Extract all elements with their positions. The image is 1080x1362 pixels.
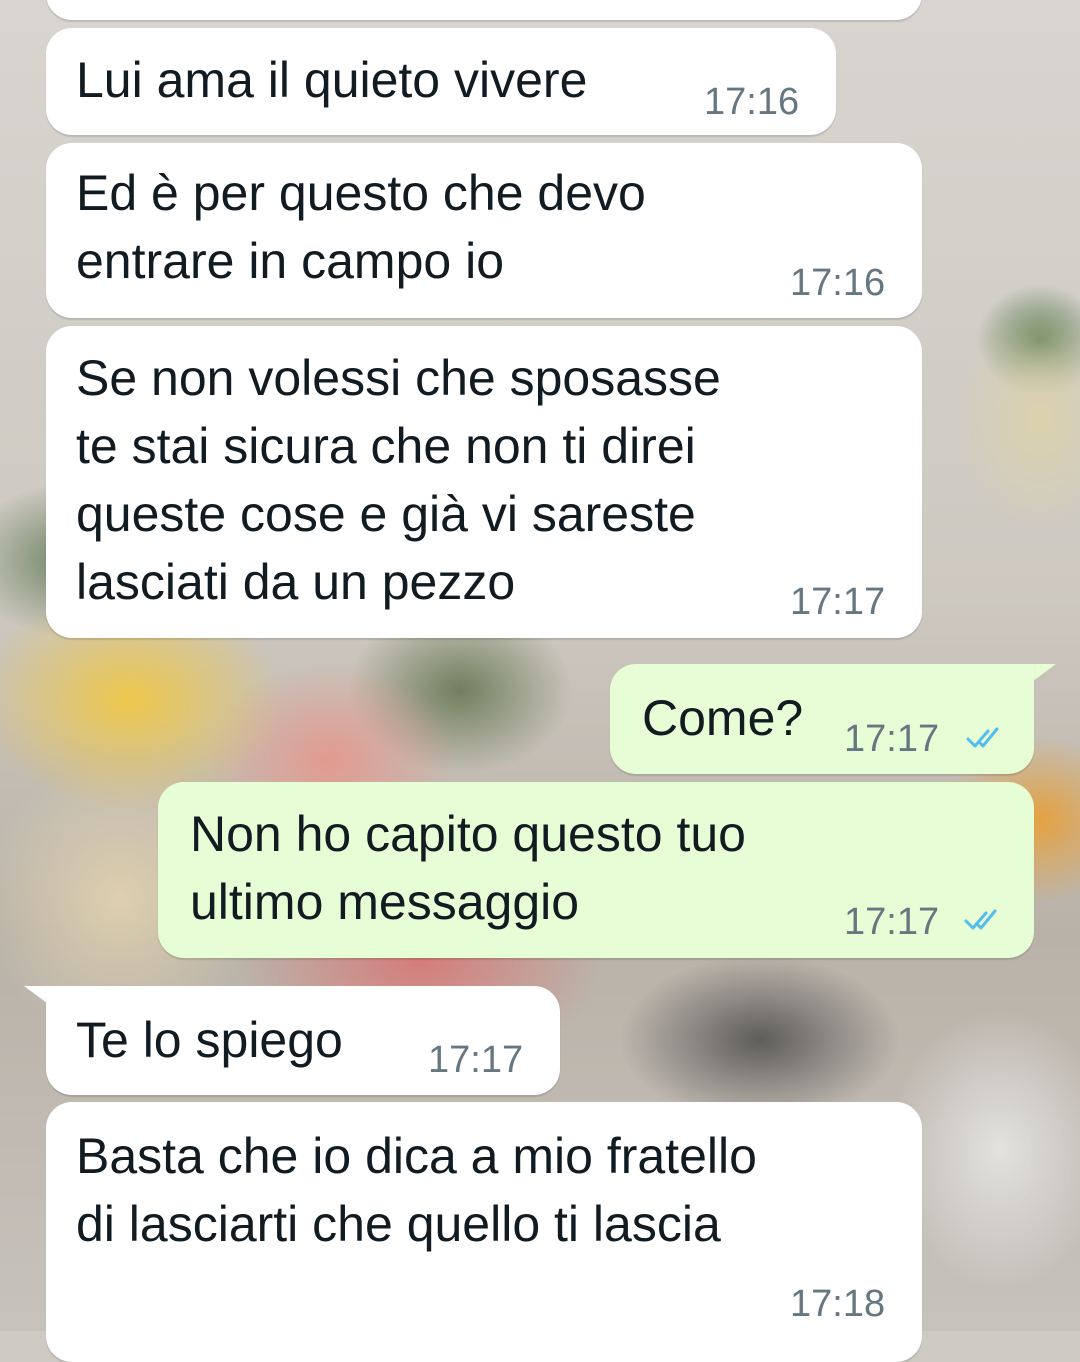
message-bubble-incoming[interactable]: Basta che io dica a mio fratello di lasc… [46,1102,922,1362]
message-text: Te lo spiego [76,1012,343,1068]
message-bubble-incoming-partial[interactable] [46,0,922,20]
double-check-icon [964,909,997,930]
message-text: Ed è per questo che devo entrare in camp… [76,165,646,289]
message-text: Basta che io dica a mio fratello di lasc… [76,1128,757,1252]
message-bubble-outgoing[interactable]: Come? 17:17 [610,664,1034,774]
message-time: 17:17 [844,718,940,760]
message-time: 17:16 [790,262,886,304]
message-bubble-incoming[interactable]: Ed è per questo che devo entrare in camp… [46,143,922,318]
message-bubble-incoming[interactable]: Lui ama il quieto vivere 17:16 [46,28,836,135]
message-bubble-incoming[interactable]: Te lo spiego 17:17 [46,986,560,1095]
message-time: 17:17 [844,901,940,943]
message-text: Non ho capito questo tuo ultimo messaggi… [190,806,746,930]
message-time: 17:16 [704,81,800,123]
message-text: Se non volessi che sposasse te stai sicu… [76,350,721,610]
message-text: Lui ama il quieto vivere [76,52,588,108]
message-time: 17:17 [790,581,886,623]
message-time: 17:18 [790,1283,886,1325]
double-check-icon [966,727,999,748]
message-text: Come? [642,690,804,746]
message-bubble-outgoing[interactable]: Non ho capito questo tuo ultimo messaggi… [158,782,1034,958]
message-time: 17:17 [428,1039,524,1081]
message-bubble-incoming[interactable]: Se non volessi che sposasse te stai sicu… [46,326,922,638]
